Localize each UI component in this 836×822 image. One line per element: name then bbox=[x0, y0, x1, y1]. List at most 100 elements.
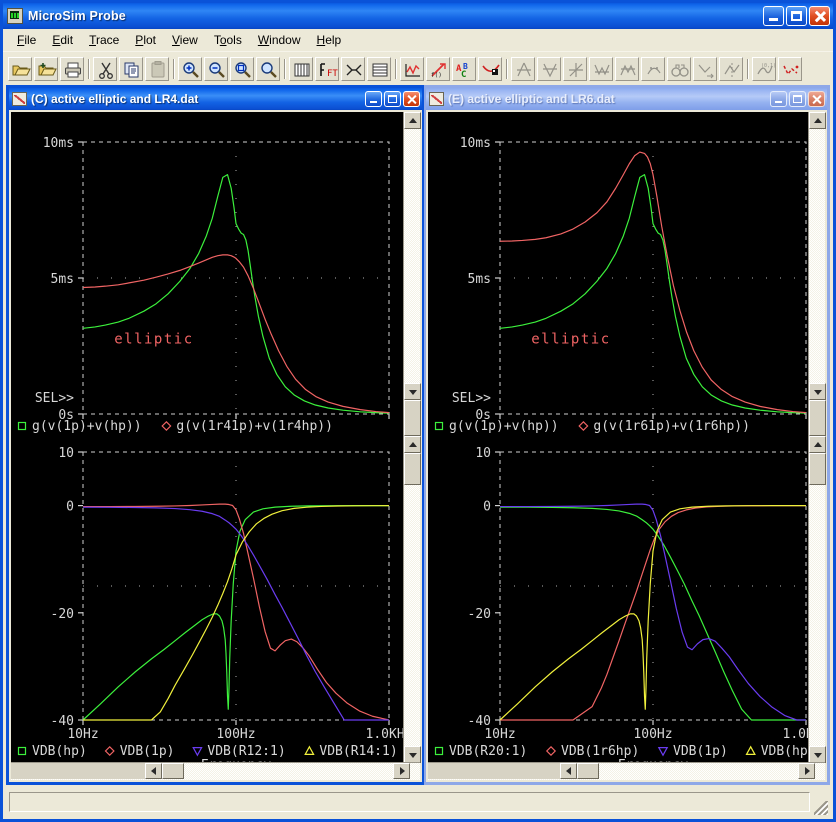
menu-file[interactable]: File bbox=[9, 31, 44, 50]
maximize-button[interactable] bbox=[786, 6, 807, 26]
plot-frame bbox=[82, 451, 390, 721]
zoom-fit-icon[interactable] bbox=[256, 56, 280, 81]
cursor-slope-icon[interactable] bbox=[563, 56, 587, 81]
abc-label-icon[interactable]: A B C bbox=[452, 56, 476, 81]
statusbar bbox=[6, 788, 830, 816]
zoom-out-icon[interactable] bbox=[204, 56, 228, 81]
minimize-button[interactable] bbox=[763, 6, 784, 26]
svg-text:1.0KHz: 1.0KHz bbox=[366, 727, 403, 742]
menu-view[interactable]: View bbox=[164, 31, 206, 50]
vscrollbar-thumb[interactable] bbox=[404, 400, 421, 436]
mark-points-icon[interactable] bbox=[778, 56, 802, 81]
hscrollbar-track-left[interactable] bbox=[11, 763, 145, 779]
zoom-area-icon[interactable] bbox=[230, 56, 254, 81]
child-minimize-button[interactable] bbox=[365, 91, 382, 107]
svg-text:0: 0 bbox=[66, 500, 74, 515]
eval-goal-icon[interactable]: f() bbox=[426, 56, 450, 81]
scroll-down-button[interactable] bbox=[404, 383, 421, 400]
svg-text:100Hz: 100Hz bbox=[216, 727, 255, 742]
scroll-left-button[interactable] bbox=[145, 763, 162, 779]
status-text bbox=[9, 792, 810, 812]
display-control-icon[interactable]: (0,1) bbox=[752, 56, 776, 81]
child-minimize-button[interactable] bbox=[770, 91, 787, 107]
vscrollbar-upper-left[interactable] bbox=[403, 112, 421, 436]
cursor-trough-icon[interactable] bbox=[537, 56, 561, 81]
vscrollbar-thumb[interactable] bbox=[809, 453, 826, 485]
menu-edit[interactable]: Edit bbox=[44, 31, 81, 50]
resize-grip[interactable] bbox=[814, 801, 828, 815]
vscrollbar-upper-right[interactable] bbox=[808, 112, 826, 436]
child-window-left[interactable]: (C) active elliptic and LR4.dat 10ms 5ms 0… bbox=[6, 85, 424, 785]
cursor-peak-icon[interactable] bbox=[511, 56, 535, 81]
menu-window[interactable]: Window bbox=[250, 31, 309, 50]
cursor-min-icon[interactable] bbox=[589, 56, 613, 81]
close-button[interactable] bbox=[809, 6, 830, 26]
add-trace-icon[interactable] bbox=[400, 56, 424, 81]
cursor-normal-icon[interactable] bbox=[719, 56, 743, 81]
plot-canvas-right[interactable]: 10ms 5ms 0s SEL>> elliptic g(v(1p)+v(hp)) g(v(… bbox=[428, 112, 825, 763]
toolbar-separator bbox=[744, 58, 751, 80]
svg-text:VDB(1r6hp): VDB(1r6hp) bbox=[561, 744, 639, 759]
vscrollbar-thumb[interactable] bbox=[404, 453, 421, 485]
scroll-left-button[interactable] bbox=[560, 763, 577, 779]
probe-plot-icon bbox=[7, 8, 23, 24]
svg-text:10Hz: 10Hz bbox=[484, 727, 515, 742]
scroll-right-button[interactable] bbox=[798, 763, 815, 779]
toolbar-separator bbox=[85, 58, 92, 80]
hscrollbar-track-right[interactable] bbox=[428, 763, 560, 779]
copy-icon[interactable] bbox=[119, 56, 143, 81]
cursor-point-icon[interactable] bbox=[641, 56, 665, 81]
svg-text:g(v(1p)+v(hp)): g(v(1p)+v(hp)) bbox=[449, 419, 559, 434]
log-commands-icon[interactable] bbox=[367, 56, 391, 81]
toolbar: FT f() A B C (0,1) bbox=[3, 51, 833, 85]
probe-plot-svg-left: 10ms5ms0sSEL>>ellipticg(v(1p)+v(hp)) g(v(… bbox=[17, 136, 403, 763]
menubar: File Edit Trace Plot View Tools Window H… bbox=[3, 29, 833, 51]
scroll-up-button[interactable] bbox=[809, 112, 826, 129]
plot-frame bbox=[499, 141, 807, 415]
scroll-right-button[interactable] bbox=[393, 763, 410, 779]
child-title-right: (E) active elliptic and LR6.dat bbox=[448, 92, 615, 106]
child-close-button[interactable] bbox=[808, 91, 825, 107]
vscrollbar-lower-right[interactable] bbox=[808, 436, 826, 763]
menu-plot[interactable]: Plot bbox=[127, 31, 164, 50]
scroll-up-button[interactable] bbox=[809, 436, 826, 453]
vscrollbar-thumb[interactable] bbox=[809, 400, 826, 436]
open-recent-icon[interactable] bbox=[34, 56, 58, 81]
plot-columns-icon[interactable] bbox=[289, 56, 313, 81]
menu-tools[interactable]: Tools bbox=[206, 31, 250, 50]
cut-icon[interactable] bbox=[93, 56, 117, 81]
scroll-up-button[interactable] bbox=[404, 436, 421, 453]
toolbar-separator bbox=[392, 58, 399, 80]
trace-VDB(R12:1) bbox=[82, 506, 389, 721]
child-window-right[interactable]: (E) active elliptic and LR6.dat 10ms 5ms 0… bbox=[424, 85, 830, 785]
scroll-down-button[interactable] bbox=[809, 746, 826, 763]
child-maximize-button[interactable] bbox=[789, 91, 806, 107]
paste-icon[interactable] bbox=[145, 56, 169, 81]
vscrollbar-lower-left[interactable] bbox=[403, 436, 421, 763]
cursor-next-icon[interactable] bbox=[693, 56, 717, 81]
zoom-in-icon[interactable] bbox=[178, 56, 202, 81]
hscrollbar-left[interactable] bbox=[11, 762, 420, 780]
svg-text:10: 10 bbox=[475, 446, 491, 461]
scroll-down-button[interactable] bbox=[809, 383, 826, 400]
child-close-button[interactable] bbox=[403, 91, 420, 107]
fft-icon[interactable]: FT bbox=[315, 56, 339, 81]
svg-text:10ms: 10ms bbox=[460, 136, 491, 151]
scroll-down-button[interactable] bbox=[404, 746, 421, 763]
hscrollbar-thumb[interactable] bbox=[577, 763, 599, 779]
cursor-max-icon[interactable] bbox=[615, 56, 639, 81]
binoculars-icon[interactable] bbox=[667, 56, 691, 81]
plot-canvas-left[interactable]: 10ms 5ms 0s SEL>> elliptic g(v(1p)+v(hp)) g(v(… bbox=[11, 112, 420, 763]
mark-label-icon[interactable] bbox=[478, 56, 502, 81]
performance-icon[interactable] bbox=[341, 56, 365, 81]
hscrollbar-thumb[interactable] bbox=[162, 763, 184, 779]
child-maximize-button[interactable] bbox=[384, 91, 401, 107]
menu-trace[interactable]: Trace bbox=[81, 31, 127, 50]
hscrollbar-right[interactable] bbox=[428, 762, 825, 780]
open-file-icon[interactable] bbox=[8, 56, 32, 81]
svg-text:VDB(R12:1): VDB(R12:1) bbox=[207, 744, 285, 759]
print-icon[interactable] bbox=[60, 56, 84, 81]
menu-help[interactable]: Help bbox=[309, 31, 350, 50]
scroll-up-button[interactable] bbox=[404, 112, 421, 129]
svg-text:FT: FT bbox=[327, 69, 338, 79]
